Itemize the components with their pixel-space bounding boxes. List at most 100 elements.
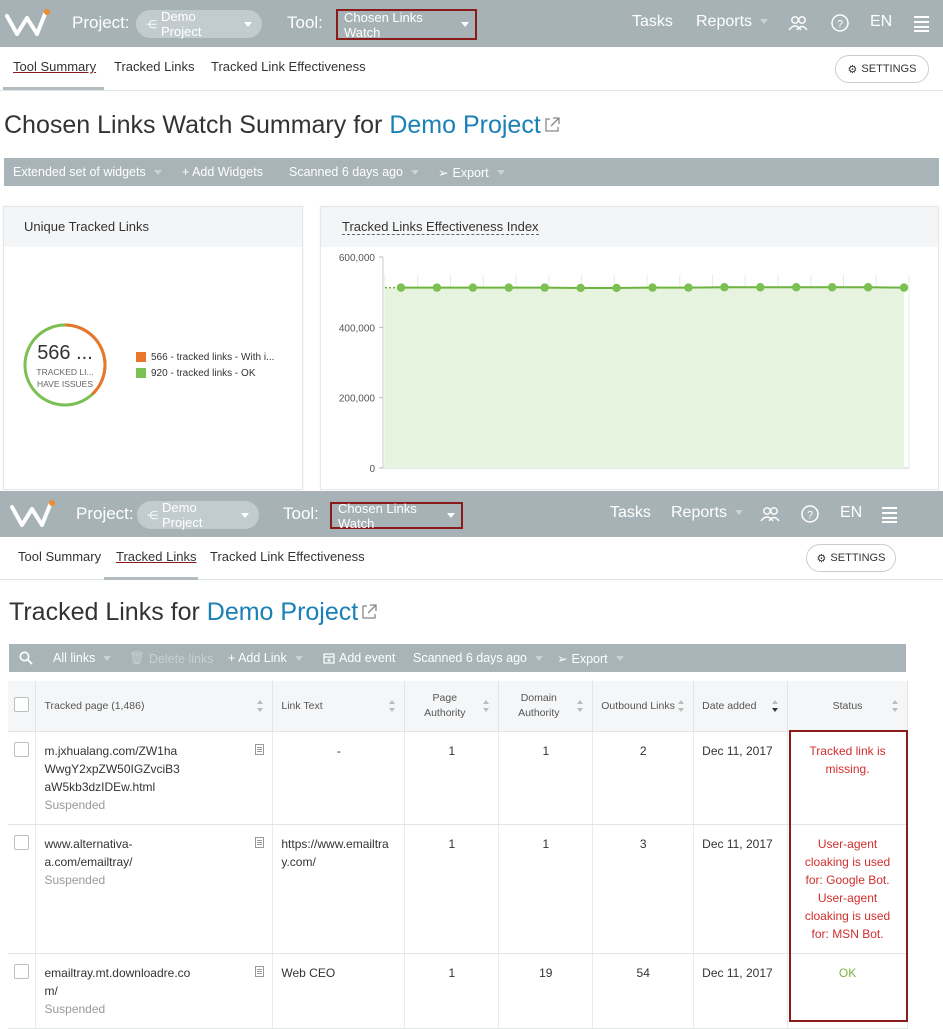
- tracked-links-donut[interactable]: [22, 322, 108, 408]
- tracked-links-toolbar: All links 🗑 Delete links + Add Link Add e…: [9, 644, 906, 672]
- project-dropdown[interactable]: ⋲ Demo Project: [137, 500, 259, 530]
- legend-text: 566 - tracked links - With i...: [151, 351, 275, 363]
- external-link-icon[interactable]: [543, 116, 561, 134]
- tracked-page-url-line[interactable]: www.alternativa-: [44, 835, 246, 853]
- tab-tool-summary[interactable]: Tool Summary: [13, 59, 96, 74]
- delete-links-button: 🗑 Delete links: [129, 651, 214, 666]
- add-event-button[interactable]: Add event: [323, 651, 395, 665]
- table-row[interactable]: emailtray.mt.downloadre.co m/Suspended Web…: [8, 953, 908, 1029]
- tab-tool-summary[interactable]: Tool Summary: [18, 549, 101, 564]
- page-status-text: Suspended: [44, 1001, 106, 1016]
- webceo-logo[interactable]: [10, 499, 56, 531]
- tracked-page-url-line[interactable]: a.com/emailtray/: [44, 853, 246, 871]
- col-domain-authority[interactable]: Domain Authority: [498, 681, 594, 732]
- users-icon[interactable]: [760, 504, 780, 524]
- select-all-checkbox[interactable]: [14, 696, 29, 712]
- page-details-icon[interactable]: [255, 743, 265, 755]
- effectiveness-data-point: [396, 283, 406, 292]
- help-icon[interactable]: ?: [800, 504, 820, 524]
- tool-dropdown[interactable]: Chosen Links Watch: [330, 501, 463, 531]
- tab-tracked-links[interactable]: Tracked Links: [116, 549, 196, 564]
- row-checkbox[interactable]: [14, 963, 29, 979]
- row-checkbox[interactable]: [14, 834, 29, 850]
- export-dropdown[interactable]: ➢ Export: [557, 651, 624, 666]
- scanned-dropdown[interactable]: Scanned 6 days ago: [289, 165, 419, 179]
- tab-tracked-links[interactable]: Tracked Links: [114, 59, 194, 74]
- y-tick-label: 600,000: [339, 253, 376, 264]
- page-status-text: Suspended: [44, 872, 106, 887]
- page-details-icon[interactable]: [255, 836, 265, 848]
- nav-tasks[interactable]: Tasks: [610, 504, 651, 522]
- project-link[interactable]: Demo Project: [389, 111, 540, 139]
- menu-icon[interactable]: [912, 13, 932, 33]
- chevron-down-icon: [760, 19, 769, 25]
- tab-tracked-link-effectiveness[interactable]: Tracked Link Effectiveness: [211, 59, 366, 74]
- legend-item-issues[interactable]: 566 - tracked links - With i...: [136, 349, 274, 365]
- cell-outbound-links: 54: [592, 953, 695, 1029]
- settings-button[interactable]: ⚙ SETTINGS: [806, 544, 896, 572]
- users-icon[interactable]: [788, 13, 808, 33]
- sort-icon[interactable]: [483, 700, 490, 712]
- tracked-page-url-line[interactable]: emailtray.mt.downloadre.co: [44, 964, 246, 982]
- add-widgets-button[interactable]: + Add Widgets: [182, 165, 263, 179]
- widget-title-text[interactable]: Tracked Links Effectiveness Index: [342, 219, 539, 235]
- nav-reports[interactable]: Reports: [696, 13, 769, 31]
- col-date-added[interactable]: Date added: [693, 681, 789, 732]
- export-dropdown[interactable]: ➢ Export: [438, 165, 505, 180]
- col-label: Link Text: [281, 699, 323, 712]
- menu-icon[interactable]: [880, 504, 900, 524]
- page-title: Tracked Links for Demo Project: [9, 598, 378, 627]
- sort-icon[interactable]: [678, 700, 685, 712]
- search-icon[interactable]: [19, 651, 33, 665]
- tracked-page-url-line[interactable]: m.jxhualang.com/ZW1ha: [44, 742, 246, 760]
- col-label: Domain Authority: [518, 691, 560, 719]
- send-icon: ➢: [557, 652, 568, 666]
- y-tick-label: 200,000: [339, 394, 376, 405]
- table-row[interactable]: www.alternativa-a.com/emailtray/Suspende…: [8, 824, 908, 954]
- sort-icon[interactable]: [892, 700, 899, 712]
- project-dropdown[interactable]: ⋲ Demo Project: [136, 9, 262, 39]
- nav-tasks[interactable]: Tasks: [632, 13, 673, 31]
- col-link-text[interactable]: Link Text: [272, 681, 406, 732]
- table-row[interactable]: m.jxhualang.com/ZW1ha WwgY2xpZW50IGZvciB3…: [8, 731, 908, 825]
- row-select-cell: [8, 824, 37, 954]
- tracked-page-url-line[interactable]: aW5kb3dzIDEw.html: [44, 778, 246, 796]
- sort-icon[interactable]: [257, 700, 264, 712]
- widgets-set-label: Extended set of widgets: [13, 165, 146, 179]
- row-checkbox[interactable]: [14, 741, 29, 757]
- settings-button[interactable]: ⚙ SETTINGS: [835, 55, 929, 83]
- col-outbound-links[interactable]: Outbound Links: [592, 681, 695, 732]
- tracked-page-url-line[interactable]: m/: [44, 982, 246, 1000]
- sort-icon[interactable]: [389, 700, 396, 712]
- top-header-bar: Project: ⋲ Demo Project Tool: Chosen Lin…: [0, 0, 943, 47]
- scanned-dropdown[interactable]: Scanned 6 days ago: [413, 651, 543, 665]
- language-selector[interactable]: EN: [870, 13, 892, 31]
- row-select-cell: [8, 731, 37, 825]
- tab-tracked-link-effectiveness[interactable]: Tracked Link Effectiveness: [210, 549, 365, 564]
- chevron-down-icon: [534, 655, 543, 661]
- language-selector[interactable]: EN: [840, 504, 862, 522]
- cell-outbound-links-value: 2: [639, 743, 647, 758]
- col-label: Tracked page (1,486): [44, 699, 145, 712]
- help-icon[interactable]: ?: [830, 13, 850, 33]
- sort-desc-icon[interactable]: [772, 700, 779, 712]
- effectiveness-data-point: [792, 283, 801, 292]
- nav-reports[interactable]: Reports: [671, 504, 744, 522]
- cell-link-text: https://www.emailtra y.com/: [272, 824, 406, 954]
- tool-dropdown[interactable]: Chosen Links Watch: [336, 9, 477, 40]
- effectiveness-chart[interactable]: 600,000 400,000 200,000 0: [321, 247, 940, 491]
- sort-icon[interactable]: [577, 700, 584, 712]
- cell-page-authority-value: 1: [448, 965, 456, 980]
- col-status[interactable]: Status: [787, 681, 908, 732]
- project-link[interactable]: Demo Project: [207, 598, 358, 626]
- add-link-button[interactable]: + Add Link: [228, 651, 303, 665]
- webceo-logo[interactable]: [5, 8, 51, 40]
- widgets-set-dropdown[interactable]: Extended set of widgets: [13, 165, 162, 179]
- all-links-dropdown[interactable]: All links: [53, 651, 112, 665]
- col-tracked-page[interactable]: Tracked page (1,486): [35, 681, 274, 732]
- tracked-page-url-line[interactable]: WwgY2xpZW50IGZvciB3: [44, 760, 246, 778]
- page-details-icon[interactable]: [255, 965, 265, 977]
- external-link-icon[interactable]: [360, 603, 378, 621]
- col-page-authority[interactable]: Page Authority: [404, 681, 500, 732]
- legend-item-ok[interactable]: 920 - tracked links - OK: [136, 365, 274, 381]
